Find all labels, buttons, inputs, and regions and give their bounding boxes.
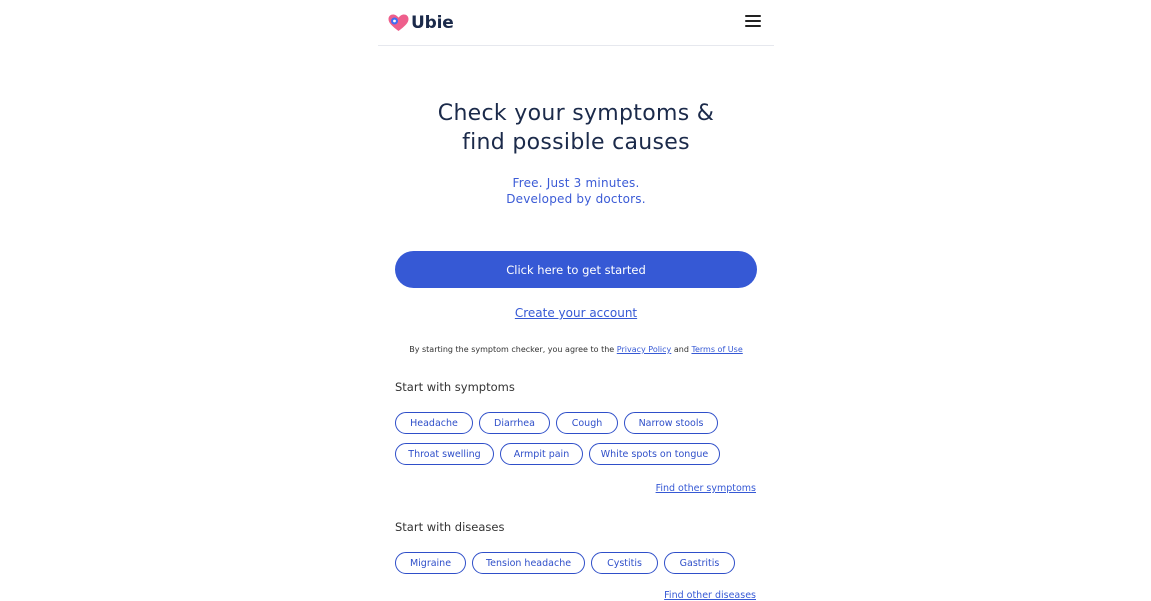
- disease-chip-cystitis[interactable]: Cystitis: [591, 552, 658, 574]
- consent-text: By starting the symptom checker, you agr…: [378, 345, 774, 354]
- consent-prefix: By starting the symptom checker, you agr…: [409, 345, 615, 354]
- page-title-line-1: Check your symptoms &: [437, 101, 715, 126]
- symptom-chip-white-spots-on-tongue[interactable]: White spots on tongue: [589, 443, 720, 465]
- top-header: Ubie: [378, 0, 774, 46]
- symptom-chip-armpit-pain[interactable]: Armpit pain: [500, 443, 583, 465]
- tagline-line-2: Developed by doctors.: [506, 192, 646, 206]
- heart-logo-icon: [388, 14, 409, 32]
- tagline: Free. Just 3 minutes. Developed by docto…: [378, 175, 774, 207]
- hamburger-menu-icon[interactable]: [745, 15, 761, 29]
- create-account-link[interactable]: Create your account: [515, 306, 637, 320]
- disease-chip-tension-headache[interactable]: Tension headache: [472, 552, 585, 574]
- page-title: Check your symptoms & find possible caus…: [378, 99, 774, 157]
- find-other-diseases-link[interactable]: Find other diseases: [664, 590, 756, 601]
- privacy-policy-link[interactable]: Privacy Policy: [617, 345, 672, 354]
- diseases-section-title: Start with diseases: [395, 520, 505, 534]
- symptom-chip-diarrhea[interactable]: Diarrhea: [479, 412, 550, 434]
- symptom-chip-cough[interactable]: Cough: [556, 412, 618, 434]
- page-title-line-2: find possible causes: [462, 130, 690, 155]
- consent-and: and: [673, 345, 689, 354]
- disease-chip-migraine[interactable]: Migraine: [395, 552, 466, 574]
- disease-chip-gastritis[interactable]: Gastritis: [664, 552, 735, 574]
- find-other-symptoms-link[interactable]: Find other symptoms: [656, 483, 756, 494]
- symptoms-section-title: Start with symptoms: [395, 380, 515, 394]
- symptom-chip-narrow-stools[interactable]: Narrow stools: [624, 412, 718, 434]
- tagline-line-1: Free. Just 3 minutes.: [512, 176, 640, 190]
- symptom-chips: Headache Diarrhea Cough Narrow stools Th…: [395, 412, 757, 474]
- disease-chips: Migraine Tension headache Cystitis Gastr…: [395, 552, 757, 583]
- create-account-container: Create your account: [378, 306, 774, 320]
- symptom-chip-headache[interactable]: Headache: [395, 412, 473, 434]
- brand-name: Ubie: [411, 13, 454, 33]
- ubie-logo[interactable]: Ubie: [388, 13, 454, 33]
- get-started-button[interactable]: Click here to get started: [395, 251, 757, 288]
- terms-of-use-link[interactable]: Terms of Use: [691, 345, 742, 354]
- symptom-chip-throat-swelling[interactable]: Throat swelling: [395, 443, 494, 465]
